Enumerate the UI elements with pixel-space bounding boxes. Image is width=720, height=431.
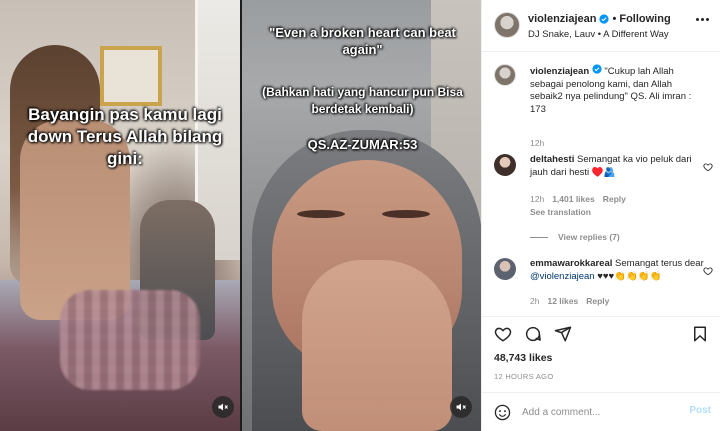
comment-body: Semangat terus dear xyxy=(615,258,704,269)
background-frame xyxy=(100,46,162,106)
comment-body-end: ♥♥♥👏👏👏👏 xyxy=(594,270,662,282)
reply-button[interactable]: Reply xyxy=(586,296,609,306)
caption-meta: 12h xyxy=(530,138,544,148)
comment-item: emmawarokkareal Semangat terus dear @vio… xyxy=(494,258,719,316)
replies-divider-line xyxy=(530,236,548,238)
add-comment-bar: Post xyxy=(482,392,720,431)
more-horizontal-icon[interactable] xyxy=(696,18,709,21)
header-username[interactable]: violenziajean xyxy=(528,13,596,25)
comment-likes[interactable]: 1,401 likes xyxy=(552,194,595,204)
comment-username[interactable]: emmawarokkareal xyxy=(530,258,612,269)
following-button[interactable]: Following xyxy=(619,13,670,25)
video-panel-left[interactable] xyxy=(0,0,240,431)
post-media: Bayangin pas kamu lagi down Terus Allah … xyxy=(0,0,481,431)
comment-text: deltahesti Semangat ka vio peluk dari ja… xyxy=(530,154,704,179)
panel2-quote-english: "Even a broken heart can beat again" xyxy=(269,25,456,57)
comment-bubble-icon[interactable] xyxy=(524,325,542,343)
like-comment-heart-icon[interactable] xyxy=(703,266,713,276)
comment-meta: 2h 12 likes Reply xyxy=(530,296,609,306)
speaker-muted-icon-svg xyxy=(456,403,466,411)
bookmark-save-icon[interactable] xyxy=(691,325,709,343)
post-likes-count[interactable]: 48,743 likes xyxy=(494,352,552,364)
emoji-smiley-icon[interactable] xyxy=(494,404,511,421)
comment-input[interactable] xyxy=(522,403,672,421)
post-header: violenziajean • Following DJ Snake, Lauv… xyxy=(482,0,720,52)
censor-blur xyxy=(60,290,200,390)
post-time-ago[interactable]: 12 HOURS AGO xyxy=(494,372,553,381)
speaker-muted-icon[interactable] xyxy=(212,396,234,418)
hand-covering-mouth xyxy=(302,260,452,431)
comment-item: deltahesti Semangat ka vio peluk dari ja… xyxy=(494,154,719,252)
panel2-quote-indonesian: (Bahkan hati yang hancur pun Bisa berdet… xyxy=(262,85,463,116)
comment-username[interactable]: deltahesti xyxy=(530,154,574,165)
comment-time[interactable]: 2h xyxy=(530,296,539,306)
video-panel-right[interactable] xyxy=(242,0,481,431)
closed-eye-right xyxy=(382,210,430,218)
header-separator: • xyxy=(612,13,617,25)
verified-badge-icon xyxy=(592,64,602,74)
caption-item: violenziajean "Cukup lah Allah sebagai p… xyxy=(494,64,719,148)
header-user-line: violenziajean • Following xyxy=(528,13,671,25)
verified-badge-icon xyxy=(599,14,610,24)
like-comment-heart-icon[interactable] xyxy=(703,162,713,172)
comments-list: violenziajean "Cukup lah Allah sebagai p… xyxy=(482,52,720,316)
caption-username[interactable]: violenziajean xyxy=(530,66,589,77)
see-translation-link[interactable]: See translation xyxy=(530,207,591,217)
panel2-quran-reference: QS.AZ-ZUMAR:53 xyxy=(307,137,418,152)
post-sidebar: violenziajean • Following DJ Snake, Lauv… xyxy=(481,0,720,431)
avatar[interactable] xyxy=(494,258,516,280)
view-replies-button[interactable]: View replies (7) xyxy=(530,232,620,242)
avatar[interactable] xyxy=(494,64,516,86)
reply-button[interactable]: Reply xyxy=(603,194,626,204)
post-comment-button[interactable]: Post xyxy=(689,405,711,416)
comment-text: emmawarokkareal Semangat terus dear @vio… xyxy=(530,258,704,283)
avatar[interactable] xyxy=(494,154,516,176)
speaker-muted-icon-svg xyxy=(218,403,228,411)
panel1-caption: Bayangin pas kamu lagi down Terus Allah … xyxy=(27,105,223,168)
caption-time[interactable]: 12h xyxy=(530,138,544,148)
post-actions-bar xyxy=(482,316,720,350)
comment-likes[interactable]: 12 likes xyxy=(547,296,578,306)
closed-eye-left xyxy=(297,210,345,218)
caption-text: violenziajean "Cukup lah Allah sebagai p… xyxy=(530,64,704,116)
view-replies-label: View replies (7) xyxy=(558,232,620,242)
comment-meta: 12h 1,401 likes Reply xyxy=(530,194,626,204)
mention-link[interactable]: @violenziajean xyxy=(530,271,595,282)
audio-track[interactable]: DJ Snake, Lauv • A Different Way xyxy=(528,29,669,40)
share-send-icon[interactable] xyxy=(554,325,572,343)
speaker-muted-icon[interactable] xyxy=(450,396,472,418)
comment-time[interactable]: 12h xyxy=(530,194,544,204)
like-heart-icon[interactable] xyxy=(494,325,512,343)
avatar[interactable] xyxy=(494,12,520,38)
